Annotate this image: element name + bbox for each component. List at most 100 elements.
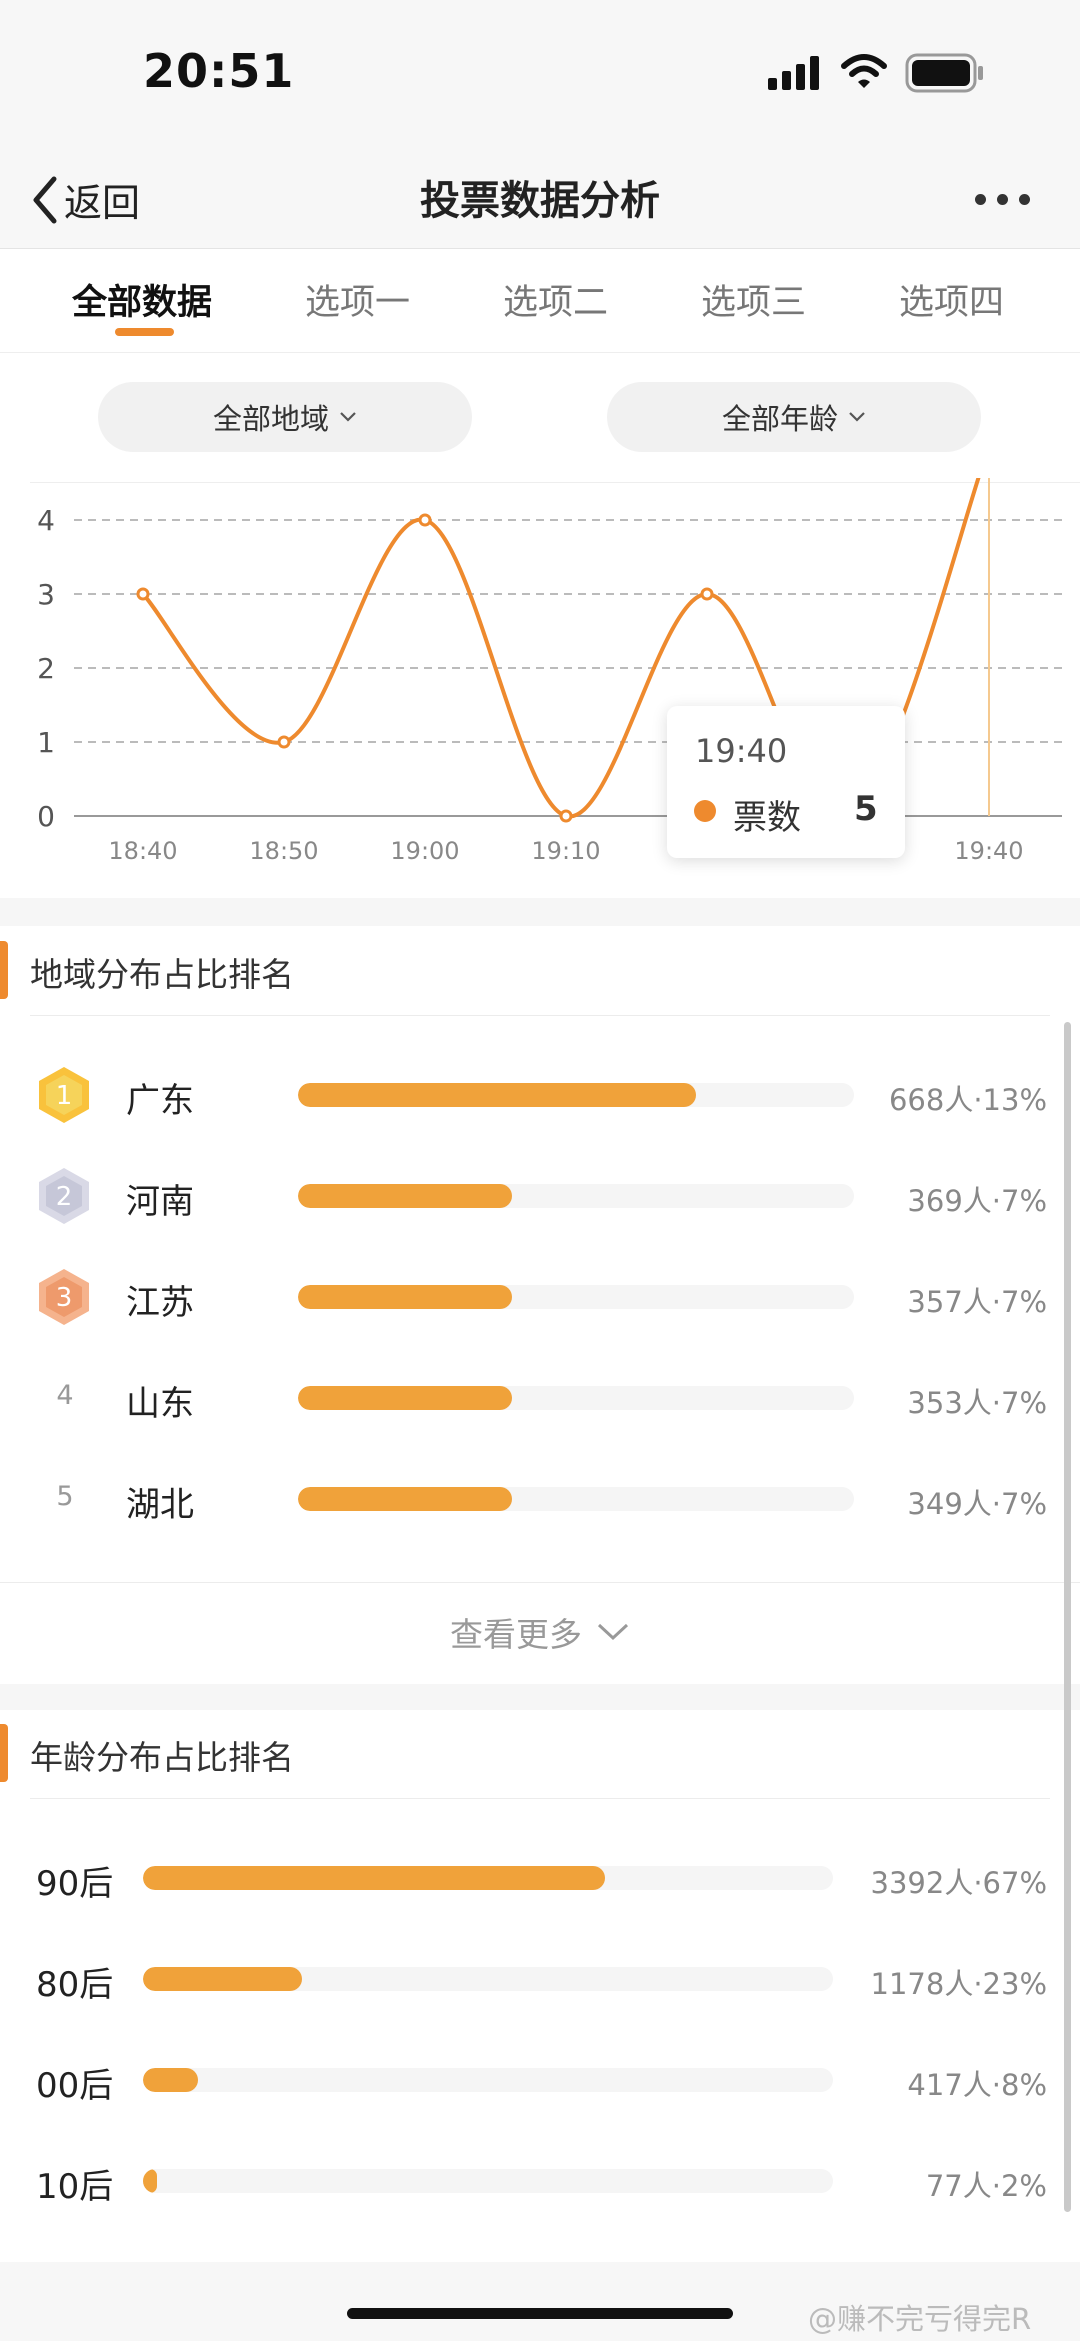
region-bar-fill (298, 1487, 513, 1511)
region-name: 河南 (126, 1182, 194, 1222)
region-filter-dropdown[interactable]: 全部地域 (98, 382, 472, 452)
section-divider (30, 1798, 1050, 1799)
region-bar-fill (298, 1386, 513, 1410)
age-bar-track (143, 1967, 833, 1991)
rank-medal-icon: 1 (39, 1067, 89, 1123)
tooltip-time: 19:40 (695, 732, 788, 770)
data-point (418, 513, 432, 527)
data-point (277, 735, 291, 749)
age-value: 3392人·67% (870, 1866, 1047, 1900)
y-tick-label: 3 (37, 578, 55, 611)
region-section-title: 地域分布占比排名 (30, 955, 294, 994)
nav-header: 返回 投票数据分析 (0, 150, 1080, 249)
age-bar-fill (143, 1866, 606, 1890)
region-row: 4 山东 353人·7% (0, 1358, 1080, 1438)
rank-medal-icon: 3 (39, 1269, 89, 1325)
age-bar-track (143, 2169, 833, 2193)
rank-number: 5 (56, 1481, 74, 1512)
age-group-label: 80后 (36, 1965, 114, 2005)
wifi-icon (841, 54, 887, 88)
age-value: 417人·8% (907, 2068, 1047, 2102)
region-name: 山东 (126, 1384, 194, 1424)
tab-option-3[interactable]: 选项三 (701, 274, 806, 325)
region-row: 5 湖北 349人·7% (0, 1459, 1080, 1539)
svg-text:1: 1 (56, 1081, 73, 1111)
see-more-button[interactable]: 查看更多 (0, 1608, 1080, 1656)
tab-option-1[interactable]: 选项一 (305, 274, 410, 325)
age-row: 10后 77人·2% (0, 2141, 1080, 2221)
data-point (700, 587, 714, 601)
region-bar-track (298, 1386, 854, 1410)
region-bar-fill (298, 1083, 696, 1107)
tooltip-value: 5 (854, 789, 878, 829)
y-tick-label: 2 (37, 652, 55, 685)
age-bar-fill (143, 2068, 199, 2092)
x-tick-label: 19:10 (531, 837, 600, 865)
age-row: 80后 1178人·23% (0, 1939, 1080, 2019)
signal-icon (768, 56, 819, 90)
tooltip-series-dot (694, 800, 716, 822)
age-filter-label: 全部年龄 (721, 402, 838, 436)
chart-tooltip: 19:40 票数 5 (667, 706, 905, 858)
x-tick-label: 18:40 (108, 837, 177, 865)
home-indicator (347, 2308, 733, 2319)
region-row: 2 河南 369人·7% (0, 1156, 1080, 1236)
data-point (559, 809, 573, 823)
y-tick-label: 1 (37, 726, 55, 759)
watermark: @赚不完亏得完R (808, 2302, 1032, 2336)
region-name: 江苏 (126, 1283, 194, 1323)
age-value: 77人·2% (925, 2169, 1047, 2203)
region-filter-label: 全部地域 (212, 402, 329, 436)
battery-icon (905, 53, 983, 93)
tab-option-2[interactable]: 选项二 (503, 274, 608, 325)
region-bar-track (298, 1184, 854, 1208)
chevron-down-icon (849, 412, 865, 422)
age-group-label: 90后 (36, 1864, 114, 1904)
chevron-down-icon (340, 412, 356, 422)
votes-line-chart[interactable]: 0 1 2 3 4 18:40 18:50 19:00 19:10 19:40 (0, 478, 1080, 898)
tab-bar: 全部数据 选项一 选项二 选项三 选项四 (0, 250, 1080, 353)
chevron-down-icon (597, 1623, 629, 1641)
svg-text:2: 2 (56, 1182, 73, 1212)
age-group-label: 00后 (36, 2066, 114, 2106)
region-value: 349人·7% (907, 1487, 1047, 1521)
status-time: 20:51 (143, 44, 295, 98)
section-gap (0, 1684, 1080, 1710)
y-tick-label: 0 (37, 800, 55, 833)
age-value: 1178人·23% (870, 1967, 1047, 2001)
page-title: 投票数据分析 (420, 178, 660, 224)
region-row: 1 广东 668人·13% (0, 1055, 1080, 1135)
x-tick-label: 18:50 (249, 837, 318, 865)
see-more-label: 查看更多 (450, 1615, 582, 1654)
x-tick-label: 19:00 (390, 837, 459, 865)
region-bar-track (298, 1285, 854, 1309)
scrollbar[interactable] (1064, 1022, 1071, 2212)
region-value: 357人·7% (907, 1285, 1047, 1319)
age-bar-track (143, 1866, 833, 1890)
region-bar-fill (298, 1285, 513, 1309)
region-name: 湖北 (126, 1485, 194, 1525)
section-gap (0, 898, 1080, 926)
tab-option-4[interactable]: 选项四 (899, 274, 1004, 325)
section-divider (30, 1015, 1050, 1016)
age-row: 00后 417人·8% (0, 2040, 1080, 2120)
more-options-icon[interactable] (975, 194, 1030, 205)
age-bar-fill (143, 1967, 302, 1991)
y-tick-label: 4 (37, 504, 55, 537)
region-value: 668人·13% (888, 1083, 1047, 1117)
region-value: 369人·7% (907, 1184, 1047, 1218)
region-value: 353人·7% (907, 1386, 1047, 1420)
age-group-label: 10后 (36, 2167, 114, 2207)
svg-text:3: 3 (56, 1283, 73, 1313)
x-tick-label: 19:40 (954, 837, 1023, 865)
rank-number: 4 (56, 1380, 74, 1411)
rank-medal-icon: 2 (39, 1168, 89, 1224)
active-tab-indicator (115, 328, 174, 336)
region-name: 广东 (126, 1081, 194, 1121)
age-bar-track (143, 2068, 833, 2092)
tooltip-series-label: 票数 (733, 798, 801, 838)
age-filter-dropdown[interactable]: 全部年龄 (607, 382, 981, 452)
age-section-title: 年龄分布占比排名 (30, 1738, 294, 1777)
age-row: 90后 3392人·67% (0, 1838, 1080, 1918)
tab-all-data[interactable]: 全部数据 (72, 274, 212, 325)
